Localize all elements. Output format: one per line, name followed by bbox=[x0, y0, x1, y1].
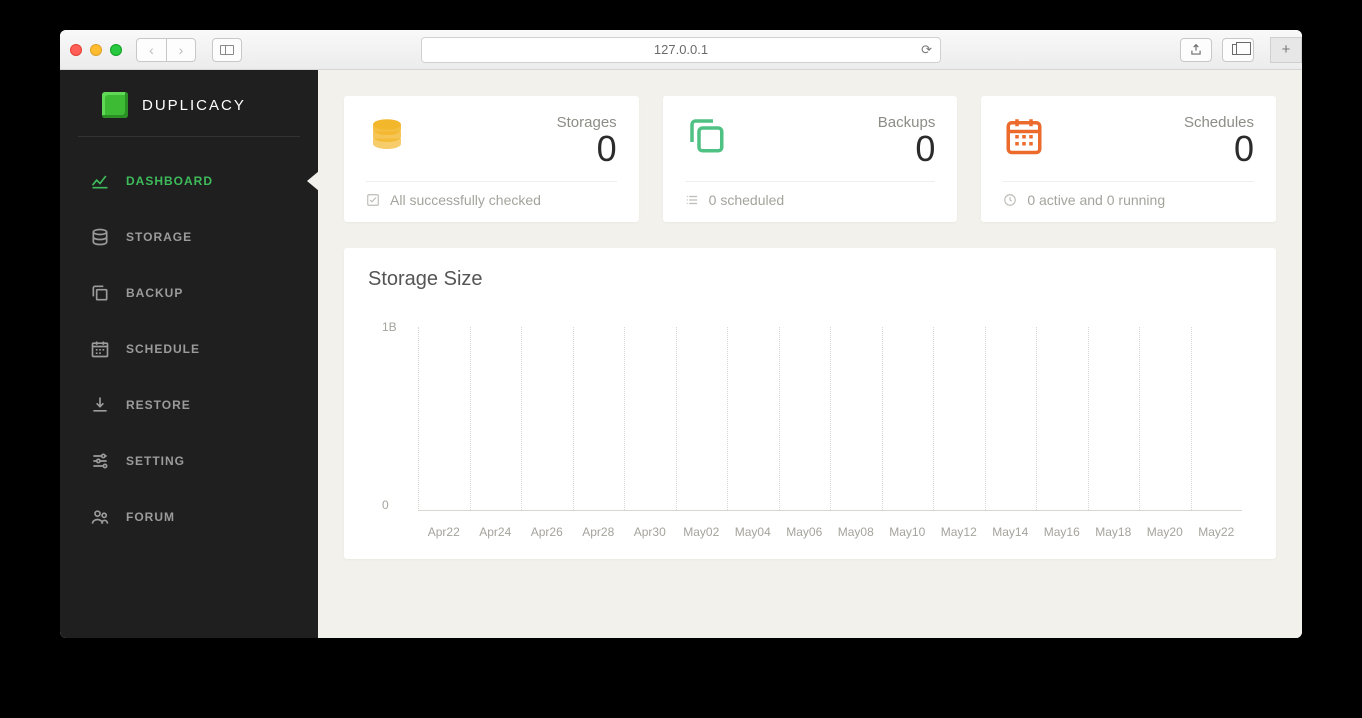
check-square-icon bbox=[366, 193, 380, 207]
sidebar-item-forum[interactable]: FORUM bbox=[60, 489, 318, 545]
tabs-button[interactable] bbox=[1222, 38, 1254, 62]
sidebar-item-restore[interactable]: RESTORE bbox=[60, 377, 318, 433]
app-body: DUPLICACY DASHBOARD STORAGE bbox=[60, 70, 1302, 638]
panel-title: Storage Size bbox=[368, 268, 1252, 291]
back-button[interactable]: ‹ bbox=[136, 38, 166, 62]
chart-line-icon bbox=[90, 171, 110, 191]
brand-name: DUPLICACY bbox=[142, 97, 246, 114]
summary-cards: Storages 0 All successfully checked bbox=[344, 96, 1276, 222]
main-content: Storages 0 All successfully checked bbox=[318, 70, 1302, 638]
sidebar-item-setting[interactable]: SETTING bbox=[60, 433, 318, 489]
toolbar-right: + bbox=[1180, 38, 1292, 62]
x-tick: Apr24 bbox=[470, 525, 522, 539]
card-footer: 0 active and 0 running bbox=[1003, 192, 1254, 208]
x-tick: May18 bbox=[1088, 525, 1140, 539]
card-footer-text: 0 scheduled bbox=[709, 192, 785, 208]
share-button[interactable] bbox=[1180, 38, 1212, 62]
x-tick: May16 bbox=[1036, 525, 1088, 539]
x-axis-labels: Apr22 Apr24 Apr26 Apr28 Apr30 May02 May0… bbox=[418, 525, 1242, 539]
card-backups: Backups 0 0 scheduled bbox=[663, 96, 958, 222]
title-bar: ‹ › 127.0.0.1 ⟳ + bbox=[60, 30, 1302, 70]
brand: DUPLICACY bbox=[78, 70, 300, 137]
tabs-icon bbox=[1232, 44, 1245, 55]
calendar-icon bbox=[1003, 114, 1045, 156]
x-tick: May10 bbox=[882, 525, 934, 539]
card-footer: 0 scheduled bbox=[685, 192, 936, 208]
card-footer-text: 0 active and 0 running bbox=[1027, 192, 1165, 208]
sidebar-item-label: RESTORE bbox=[126, 398, 191, 412]
window-controls bbox=[70, 44, 122, 56]
card-value: 0 bbox=[1184, 131, 1254, 167]
database-icon bbox=[90, 227, 110, 247]
sidebar-item-label: SETTING bbox=[126, 454, 185, 468]
brand-logo-icon bbox=[102, 92, 128, 118]
sidebar-toggle-button[interactable] bbox=[212, 38, 242, 62]
y-tick: 0 bbox=[382, 498, 389, 512]
zoom-window-button[interactable] bbox=[110, 44, 122, 56]
sidebar-item-schedule[interactable]: SCHEDULE bbox=[60, 321, 318, 377]
storage-size-panel: Storage Size 1B 0 Apr22 Apr24 Apr26 bbox=[344, 248, 1276, 559]
divider bbox=[1003, 181, 1254, 182]
list-icon bbox=[685, 193, 699, 207]
storage-size-chart: 1B 0 Apr22 Apr24 Apr26 Apr28 Apr30 bbox=[418, 309, 1242, 559]
y-tick: 1B bbox=[382, 320, 397, 334]
x-tick: May02 bbox=[676, 525, 728, 539]
card-schedules: Schedules 0 0 active and 0 running bbox=[981, 96, 1276, 222]
browser-window: ‹ › 127.0.0.1 ⟳ + DUP bbox=[60, 30, 1302, 638]
sidebar-item-storage[interactable]: STORAGE bbox=[60, 209, 318, 265]
sidebar-item-dashboard[interactable]: DASHBOARD bbox=[60, 153, 318, 209]
minimize-window-button[interactable] bbox=[90, 44, 102, 56]
card-value: 0 bbox=[557, 131, 617, 167]
sidebar-icon bbox=[220, 45, 234, 55]
sidebar-item-label: STORAGE bbox=[126, 230, 192, 244]
sidebar-item-label: SCHEDULE bbox=[126, 342, 200, 356]
clock-icon bbox=[1003, 193, 1017, 207]
x-tick: May14 bbox=[985, 525, 1037, 539]
card-storages: Storages 0 All successfully checked bbox=[344, 96, 639, 222]
new-tab-button[interactable]: + bbox=[1270, 37, 1302, 63]
card-footer: All successfully checked bbox=[366, 192, 617, 208]
copy-icon bbox=[685, 114, 727, 156]
x-tick: May04 bbox=[727, 525, 779, 539]
reload-icon[interactable]: ⟳ bbox=[921, 42, 932, 58]
x-tick: May12 bbox=[933, 525, 985, 539]
nav-buttons: ‹ › bbox=[136, 38, 196, 62]
sidebar-item-label: FORUM bbox=[126, 510, 175, 524]
users-icon bbox=[90, 507, 110, 527]
calendar-icon bbox=[90, 339, 110, 359]
close-window-button[interactable] bbox=[70, 44, 82, 56]
card-value: 0 bbox=[878, 131, 936, 167]
card-footer-text: All successfully checked bbox=[390, 192, 541, 208]
divider bbox=[685, 181, 936, 182]
sidebar-item-label: BACKUP bbox=[126, 286, 183, 300]
x-tick: Apr28 bbox=[573, 525, 625, 539]
chart-grid bbox=[418, 327, 1242, 511]
sidebar-item-label: DASHBOARD bbox=[126, 174, 213, 188]
x-tick: May20 bbox=[1139, 525, 1191, 539]
x-tick: Apr22 bbox=[418, 525, 470, 539]
x-tick: May22 bbox=[1191, 525, 1243, 539]
download-icon bbox=[90, 395, 110, 415]
x-tick: May06 bbox=[779, 525, 831, 539]
sidebar: DUPLICACY DASHBOARD STORAGE bbox=[60, 70, 318, 638]
share-icon bbox=[1189, 43, 1203, 57]
x-tick: May08 bbox=[830, 525, 882, 539]
sidebar-item-backup[interactable]: BACKUP bbox=[60, 265, 318, 321]
forward-button[interactable]: › bbox=[166, 38, 196, 62]
x-tick: Apr30 bbox=[624, 525, 676, 539]
divider bbox=[366, 181, 617, 182]
address-bar[interactable]: 127.0.0.1 ⟳ bbox=[421, 37, 941, 63]
x-tick: Apr26 bbox=[521, 525, 573, 539]
url-text: 127.0.0.1 bbox=[654, 42, 708, 57]
sliders-icon bbox=[90, 451, 110, 471]
sidebar-menu: DASHBOARD STORAGE BACKUP bbox=[60, 137, 318, 545]
copy-icon bbox=[90, 283, 110, 303]
coins-icon bbox=[366, 114, 408, 156]
